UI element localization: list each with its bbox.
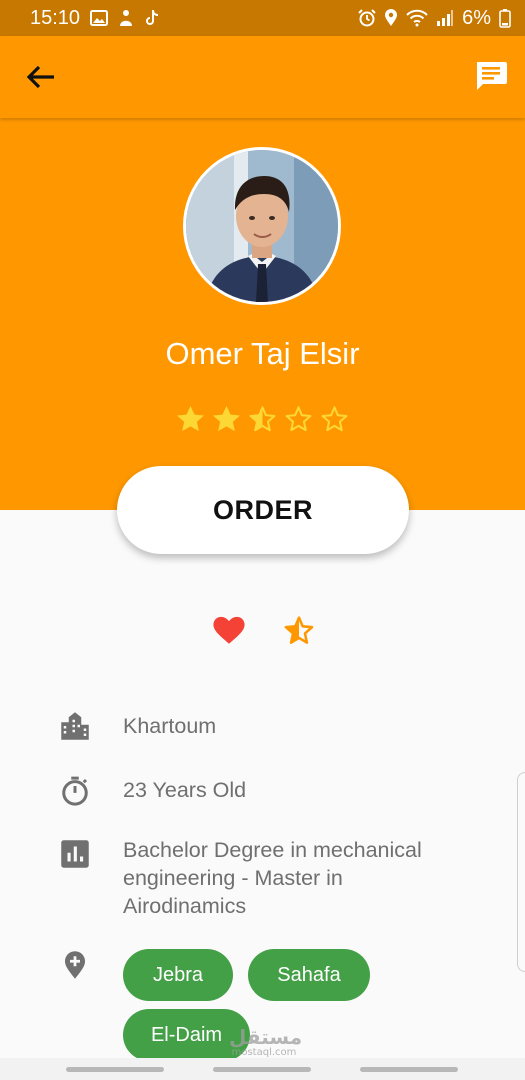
timer-icon bbox=[62, 776, 88, 806]
home-button[interactable] bbox=[213, 1067, 311, 1072]
profile-header: Omer Taj Elsir bbox=[0, 118, 525, 510]
location-icon bbox=[385, 9, 398, 26]
battery-icon bbox=[499, 9, 511, 28]
education-text: Bachelor Degree in mechanical engineerin… bbox=[123, 838, 422, 918]
city-text: Khartoum bbox=[123, 714, 217, 738]
wifi-icon bbox=[406, 9, 428, 27]
avatar bbox=[183, 147, 341, 305]
status-time: 15:10 bbox=[30, 6, 81, 29]
add-location-icon bbox=[65, 951, 85, 979]
avatar-photo bbox=[186, 150, 338, 302]
status-left: 15:10 bbox=[30, 7, 160, 30]
tiktok-icon bbox=[146, 9, 159, 25]
star-half-icon[interactable] bbox=[282, 614, 316, 648]
pet-icon bbox=[120, 10, 133, 26]
signal-icon bbox=[437, 10, 454, 26]
recents-button[interactable] bbox=[66, 1067, 164, 1072]
star-filled-icon bbox=[177, 405, 204, 432]
watermark-text: مستقل bbox=[229, 1025, 303, 1049]
order-button[interactable]: ORDER bbox=[117, 466, 409, 554]
watermark-sub: mostaql.com bbox=[231, 1047, 297, 1058]
action-row bbox=[0, 614, 525, 650]
age-text: 23 Years Old bbox=[123, 778, 247, 802]
star-half-icon bbox=[249, 405, 276, 432]
alarm-icon bbox=[358, 9, 376, 27]
edge-panel-handle[interactable] bbox=[517, 772, 525, 972]
gallery-icon bbox=[90, 10, 109, 26]
heart-icon[interactable] bbox=[212, 614, 246, 648]
watermark: مستقل mostaql.com bbox=[229, 1025, 303, 1059]
battery-percent: 6% bbox=[462, 6, 491, 29]
profile-name: Omer Taj Elsir bbox=[165, 336, 360, 371]
back-nav-button[interactable] bbox=[360, 1067, 458, 1072]
location-chip[interactable]: Jebra bbox=[123, 949, 233, 1001]
status-right: 6% bbox=[358, 7, 511, 30]
star-outline-icon bbox=[285, 406, 312, 432]
app-bar bbox=[0, 36, 525, 118]
system-nav-bar bbox=[0, 1058, 525, 1080]
bar-chart-icon bbox=[61, 840, 89, 868]
status-bar: 15:10 6% bbox=[0, 0, 525, 36]
arrow-back-icon[interactable] bbox=[22, 58, 60, 96]
star-outline-icon bbox=[321, 406, 348, 432]
star-filled-icon bbox=[213, 405, 240, 432]
rating-stars bbox=[0, 404, 525, 435]
chat-icon[interactable] bbox=[473, 58, 509, 94]
city-icon bbox=[61, 712, 89, 740]
location-chip[interactable]: Sahafa bbox=[248, 949, 370, 1001]
